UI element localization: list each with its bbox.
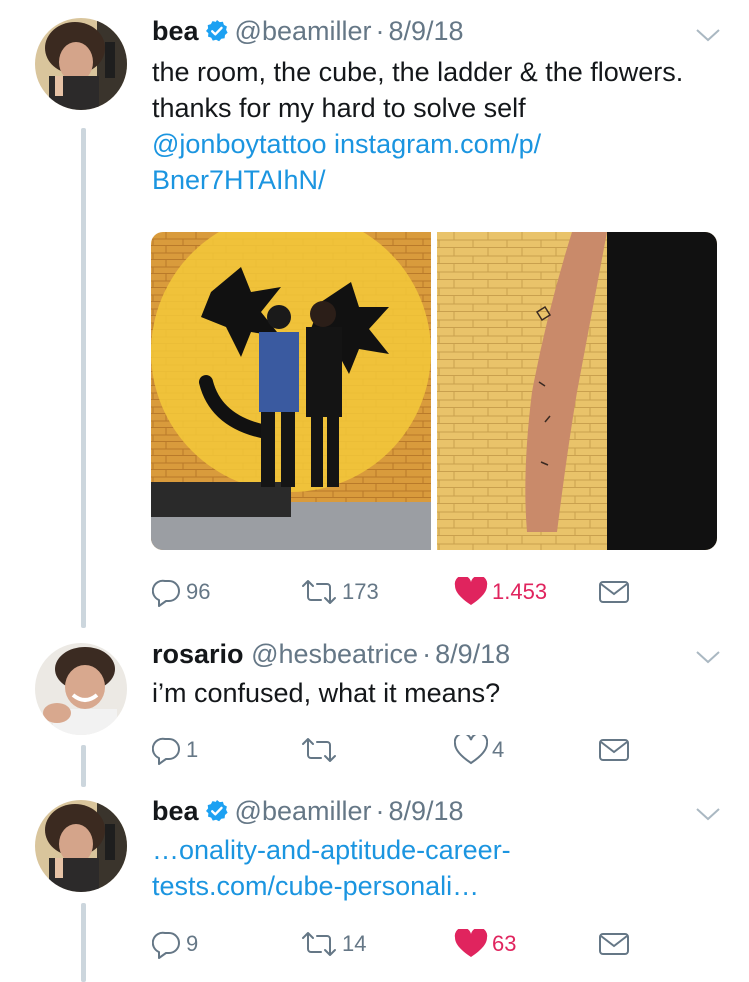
- mention-link[interactable]: @jonboytattoo: [152, 129, 327, 159]
- like-count: 4: [492, 737, 505, 762]
- thread-line: [81, 903, 86, 982]
- tweet-date[interactable]: 8/9/18: [388, 16, 463, 46]
- retweet-button[interactable]: [300, 733, 342, 767]
- like-button[interactable]: 4: [454, 733, 504, 767]
- retweet-count: 14: [342, 931, 367, 956]
- envelope-icon: [599, 933, 629, 955]
- user-handle[interactable]: @beamiller: [235, 16, 372, 46]
- reply-count: 1: [186, 737, 199, 762]
- tweet-text: …onality-and-aptitude-career- tests.com/…: [152, 832, 727, 904]
- url-link-continued[interactable]: tests.com/cube-personali…: [152, 871, 479, 901]
- tweet-actions: 96 173 1.453: [152, 575, 749, 609]
- envelope-icon: [599, 739, 629, 761]
- retweet-icon: [302, 738, 336, 762]
- like-button[interactable]: 1.453: [454, 575, 547, 609]
- retweet-button[interactable]: 173: [300, 575, 379, 609]
- dm-button[interactable]: [598, 927, 634, 961]
- chevron-down-icon[interactable]: [695, 649, 721, 665]
- dm-button[interactable]: [598, 733, 634, 767]
- retweet-icon: [302, 932, 336, 956]
- thread-line: [81, 128, 86, 628]
- avatar[interactable]: [35, 643, 127, 735]
- like-count: 1.453: [492, 579, 548, 604]
- tweet-date[interactable]: 8/9/18: [435, 639, 510, 669]
- tweet-body: i’m confused, what it means?: [152, 678, 501, 708]
- like-button[interactable]: 63: [454, 927, 516, 961]
- retweet-icon: [302, 580, 336, 604]
- heart-icon: [454, 735, 488, 765]
- separator-dot: ·: [422, 639, 432, 669]
- display-name[interactable]: bea: [152, 796, 199, 826]
- envelope-icon: [599, 581, 629, 603]
- user-handle[interactable]: @beamiller: [235, 796, 372, 826]
- tweet-actions: 9 14 63: [152, 927, 749, 961]
- chevron-down-icon[interactable]: [695, 27, 721, 43]
- tweet-body: the room, the cube, the ladder & the flo…: [152, 57, 684, 123]
- heart-icon: [454, 577, 488, 605]
- tweet-actions: 1 4: [152, 733, 749, 767]
- tweet-text: i’m confused, what it means?: [152, 675, 727, 711]
- separator-dot: ·: [375, 16, 385, 46]
- url-link[interactable]: instagram.com/p/: [334, 129, 541, 159]
- dm-button[interactable]: [598, 575, 634, 609]
- chevron-down-icon[interactable]: [695, 806, 721, 822]
- tweet-header: bea @beamiller · 8/9/18: [152, 794, 464, 828]
- tweet-media[interactable]: [151, 232, 717, 550]
- thread-line: [81, 745, 86, 787]
- tweet-date[interactable]: 8/9/18: [388, 796, 463, 826]
- reply-button[interactable]: 1: [152, 733, 198, 767]
- reply-button[interactable]: 96: [152, 575, 210, 609]
- url-link[interactable]: …onality-and-aptitude-career-: [152, 835, 511, 865]
- display-name[interactable]: rosario: [152, 639, 244, 669]
- verified-badge-icon: [205, 800, 228, 822]
- reply-count: 9: [186, 931, 199, 956]
- reply-button[interactable]: 9: [152, 927, 198, 961]
- tweet-text: the room, the cube, the ladder & the flo…: [152, 54, 727, 198]
- media-photo-right[interactable]: [437, 232, 717, 550]
- reply-icon: [152, 931, 180, 959]
- media-photo-left[interactable]: [151, 232, 431, 550]
- verified-badge-icon: [205, 20, 228, 42]
- reply-icon: [152, 579, 180, 607]
- tweet-header: rosario @hesbeatrice · 8/9/18: [152, 637, 510, 671]
- reply-icon: [152, 737, 180, 765]
- user-handle[interactable]: @hesbeatrice: [251, 639, 418, 669]
- display-name[interactable]: bea: [152, 16, 199, 46]
- separator-dot: ·: [375, 796, 385, 826]
- tweet-header: bea @beamiller · 8/9/18: [152, 14, 464, 48]
- url-link-continued[interactable]: Bner7HTAIhN/: [152, 165, 326, 195]
- avatar[interactable]: [35, 800, 127, 892]
- reply-count: 96: [186, 579, 211, 604]
- retweet-button[interactable]: 14: [300, 927, 366, 961]
- heart-icon: [454, 929, 488, 957]
- retweet-count: 173: [342, 579, 379, 604]
- like-count: 63: [492, 931, 517, 956]
- avatar[interactable]: [35, 18, 127, 110]
